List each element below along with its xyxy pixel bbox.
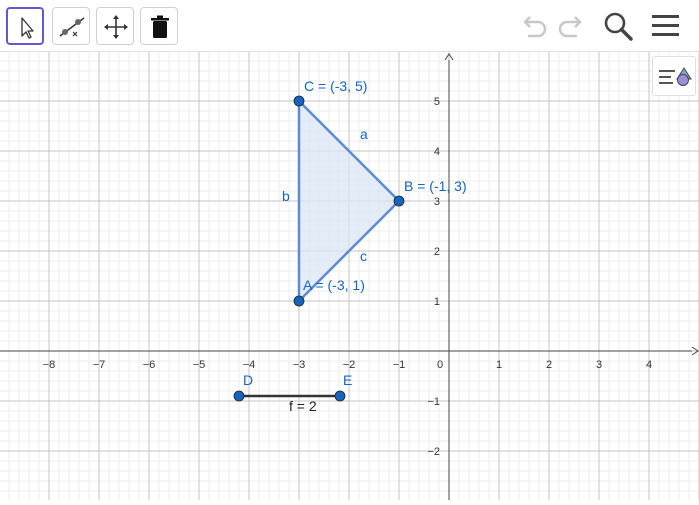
x-tick-label: −3: [293, 359, 306, 371]
search-icon: [604, 12, 633, 41]
segment-f-label: f = 2: [289, 398, 317, 414]
coordinate-plane[interactable]: −8 −7 −6 −5 −4 −3 −2 −1 0 1 2 3 4 1 2 3 …: [0, 52, 699, 500]
x-tick-label: −5: [193, 359, 206, 371]
segment-a-label: a: [360, 126, 368, 142]
y-tick-label: 3: [434, 196, 440, 208]
undo-icon: [523, 16, 547, 38]
point-b-label: B = (-1, 3): [404, 178, 467, 194]
point-a[interactable]: [293, 295, 305, 307]
point-b[interactable]: [393, 195, 405, 207]
point-c-label: C = (-3, 5): [304, 78, 367, 94]
move-graphics-tool-button[interactable]: [96, 7, 134, 45]
trash-icon: [151, 15, 169, 38]
move-tool-button[interactable]: [6, 7, 44, 45]
redo-icon: [558, 16, 582, 38]
pointer-arrow-icon: [21, 17, 34, 39]
search-button[interactable]: [600, 8, 636, 44]
y-tick-label: 2: [434, 246, 440, 258]
origin-label: 0: [437, 359, 443, 371]
style-bar-icon: [659, 67, 692, 86]
toolbar: [0, 0, 699, 52]
point-e[interactable]: [334, 390, 346, 402]
major-grid: [0, 52, 699, 500]
point-d-label: D: [243, 372, 253, 388]
point-c[interactable]: [293, 95, 305, 107]
y-tick-label: 4: [434, 146, 440, 158]
move-arrows-icon: [104, 15, 128, 39]
y-tick-label: −1: [427, 396, 440, 408]
x-tick-label: 2: [546, 359, 552, 371]
y-tick-label: −2: [427, 446, 440, 458]
point-d[interactable]: [233, 390, 245, 402]
x-tick-label: 4: [646, 359, 652, 371]
x-tick-label: 3: [596, 359, 602, 371]
x-tick-label: 1: [496, 359, 502, 371]
point-e-label: E: [343, 372, 352, 388]
graphics-view[interactable]: −8 −7 −6 −5 −4 −3 −2 −1 0 1 2 3 4 1 2 3 …: [0, 52, 699, 500]
main-menu-button[interactable]: [648, 8, 684, 44]
x-tick-label: −1: [393, 359, 406, 371]
segment-through-point-icon: [59, 17, 85, 37]
style-bar-toggle-button[interactable]: [652, 56, 696, 96]
segment-tool-button[interactable]: [52, 7, 90, 45]
segment-b-label: b: [282, 188, 290, 204]
undo-button[interactable]: [516, 8, 552, 44]
redo-button[interactable]: [553, 8, 589, 44]
x-tick-label: −7: [93, 359, 106, 371]
delete-tool-button[interactable]: [140, 7, 178, 45]
x-tick-label: −6: [143, 359, 156, 371]
x-tick-label: −4: [243, 359, 256, 371]
y-tick-label: 1: [434, 296, 440, 308]
segment-c-label: c: [360, 248, 367, 264]
point-a-label: A = (-3, 1): [303, 277, 365, 293]
x-tick-label: −8: [43, 359, 56, 371]
x-tick-label: −2: [343, 359, 356, 371]
y-tick-label: 5: [434, 96, 440, 108]
menu-icon: [652, 15, 679, 36]
